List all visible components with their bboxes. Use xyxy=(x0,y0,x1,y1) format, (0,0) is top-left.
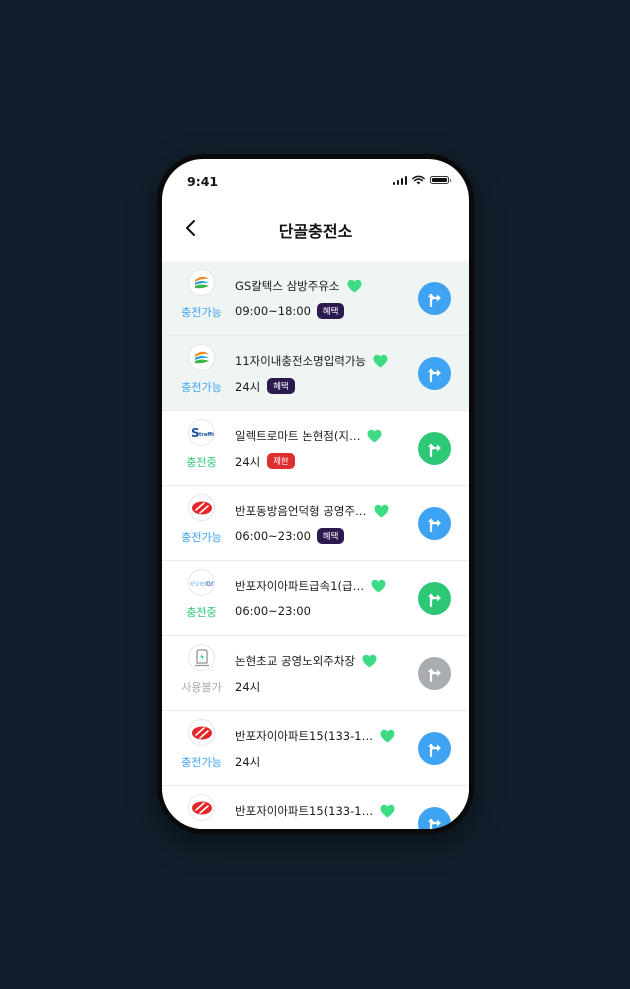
cellular-signal-icon xyxy=(392,175,407,185)
phone-screen: 9:41 단골충전소 충전가능 GS칼텍스 삼방주유소 09:00~18:00 혜택 충… xyxy=(162,159,469,829)
operating-hours: 24시 xyxy=(235,455,261,469)
station-row[interactable]: 충전가능반포자이아파트15(133-1…24시 xyxy=(162,786,469,829)
directions-button[interactable] xyxy=(418,282,451,315)
operating-hours: 09:00~18:00 xyxy=(235,304,311,318)
red-oval-logo xyxy=(188,794,215,821)
operating-hours: 06:00~23:00 xyxy=(235,529,311,543)
station-list: 충전가능 GS칼텍스 삼방주유소 09:00~18:00 혜택 충전가능 11자이내충전소… xyxy=(162,261,469,829)
directions-button[interactable] xyxy=(418,732,451,765)
station-row[interactable]: everon 충전중 반포자이아파트급속1(급… 06:00~23:00 xyxy=(162,561,469,636)
svg-text:traffic: traffic xyxy=(199,432,214,438)
station-name: 일렉트로마트 논현점(지… xyxy=(235,429,361,443)
favorite-heart-icon[interactable] xyxy=(371,578,386,593)
directions-button[interactable] xyxy=(418,582,451,615)
charging-status: 충전가능 xyxy=(181,756,222,769)
restricted-badge: 제한 xyxy=(267,453,295,469)
directions-button[interactable] xyxy=(418,807,451,829)
operating-hours: 24시 xyxy=(235,755,261,769)
charging-status: 충전가능 xyxy=(181,306,222,319)
header: 단골충전소 xyxy=(162,203,469,261)
favorite-heart-icon[interactable] xyxy=(374,503,389,518)
station-row[interactable]: 충전가능 반포동방음언덕형 공영주… 06:00~23:00 혜택 xyxy=(162,486,469,561)
charging-status: 충전중 xyxy=(186,606,217,619)
red-oval-logo xyxy=(188,719,215,746)
station-name: 반포자이아파트15(133-1… xyxy=(235,804,374,818)
charging-status: 충전중 xyxy=(186,456,217,469)
page-title: 단골충전소 xyxy=(278,222,353,241)
station-row[interactable]: 충전가능 GS칼텍스 삼방주유소 09:00~18:00 혜택 xyxy=(162,261,469,336)
everon-logo: everon xyxy=(188,569,215,596)
favorite-heart-icon[interactable] xyxy=(373,353,388,368)
favorite-heart-icon[interactable] xyxy=(367,428,382,443)
station-row[interactable]: 충전가능 반포자이아파트15(133-1… 24시 xyxy=(162,711,469,786)
station-name: 반포자이아파트15(133-1… xyxy=(235,729,374,743)
wifi-icon xyxy=(412,175,425,185)
favorite-heart-icon[interactable] xyxy=(347,278,362,293)
battery-icon xyxy=(430,176,451,184)
station-name: 논현초교 공영노외주차장 xyxy=(235,654,356,668)
red-oval-logo xyxy=(188,494,215,521)
benefit-badge: 혜택 xyxy=(267,378,295,394)
charging-status: 사용불가 xyxy=(181,681,222,694)
status-icons xyxy=(392,175,451,185)
benefit-badge: 혜택 xyxy=(316,528,345,544)
station-name: 11자이내충전소명입력가능 xyxy=(235,354,367,368)
station-name: 반포동방음언덕형 공영주… xyxy=(235,504,367,518)
status-time: 9:41 xyxy=(187,174,219,189)
status-bar: 9:41 xyxy=(162,159,469,203)
gs-caltex-logo xyxy=(188,269,215,296)
svg-text:on: on xyxy=(206,579,214,588)
charging-status: 충전가능 xyxy=(181,531,222,544)
directions-button[interactable] xyxy=(418,657,451,690)
gs-caltex-logo xyxy=(188,344,215,371)
operating-hours: 06:00~23:00 xyxy=(235,604,311,618)
station-row[interactable]: 사용불가 논현초교 공영노외주차장 24시 xyxy=(162,636,469,711)
directions-button[interactable] xyxy=(418,432,451,465)
charger-logo xyxy=(188,644,215,671)
directions-button[interactable] xyxy=(418,507,451,540)
favorite-heart-icon[interactable] xyxy=(380,803,395,818)
favorite-heart-icon[interactable] xyxy=(380,728,395,743)
directions-button[interactable] xyxy=(418,357,451,390)
station-name: 반포자이아파트급속1(급… xyxy=(235,579,365,593)
operating-hours: 24시 xyxy=(235,380,261,394)
station-name: GS칼텍스 삼방주유소 xyxy=(235,279,340,293)
straffic-logo: Straffic xyxy=(188,419,215,446)
favorite-heart-icon[interactable] xyxy=(362,653,377,668)
operating-hours: 24시 xyxy=(235,680,261,694)
benefit-badge: 혜택 xyxy=(316,303,345,319)
phone-frame: 9:41 단골충전소 충전가능 GS칼텍스 삼방주유소 09:00~18:00 혜택 충… xyxy=(157,154,474,834)
station-row[interactable]: 충전가능 11자이내충전소명입력가능 24시 혜택 xyxy=(162,336,469,411)
station-row[interactable]: Straffic 충전중 일렉트로마트 논현점(지… 24시 제한 xyxy=(162,411,469,486)
charging-status: 충전가능 xyxy=(181,381,222,394)
